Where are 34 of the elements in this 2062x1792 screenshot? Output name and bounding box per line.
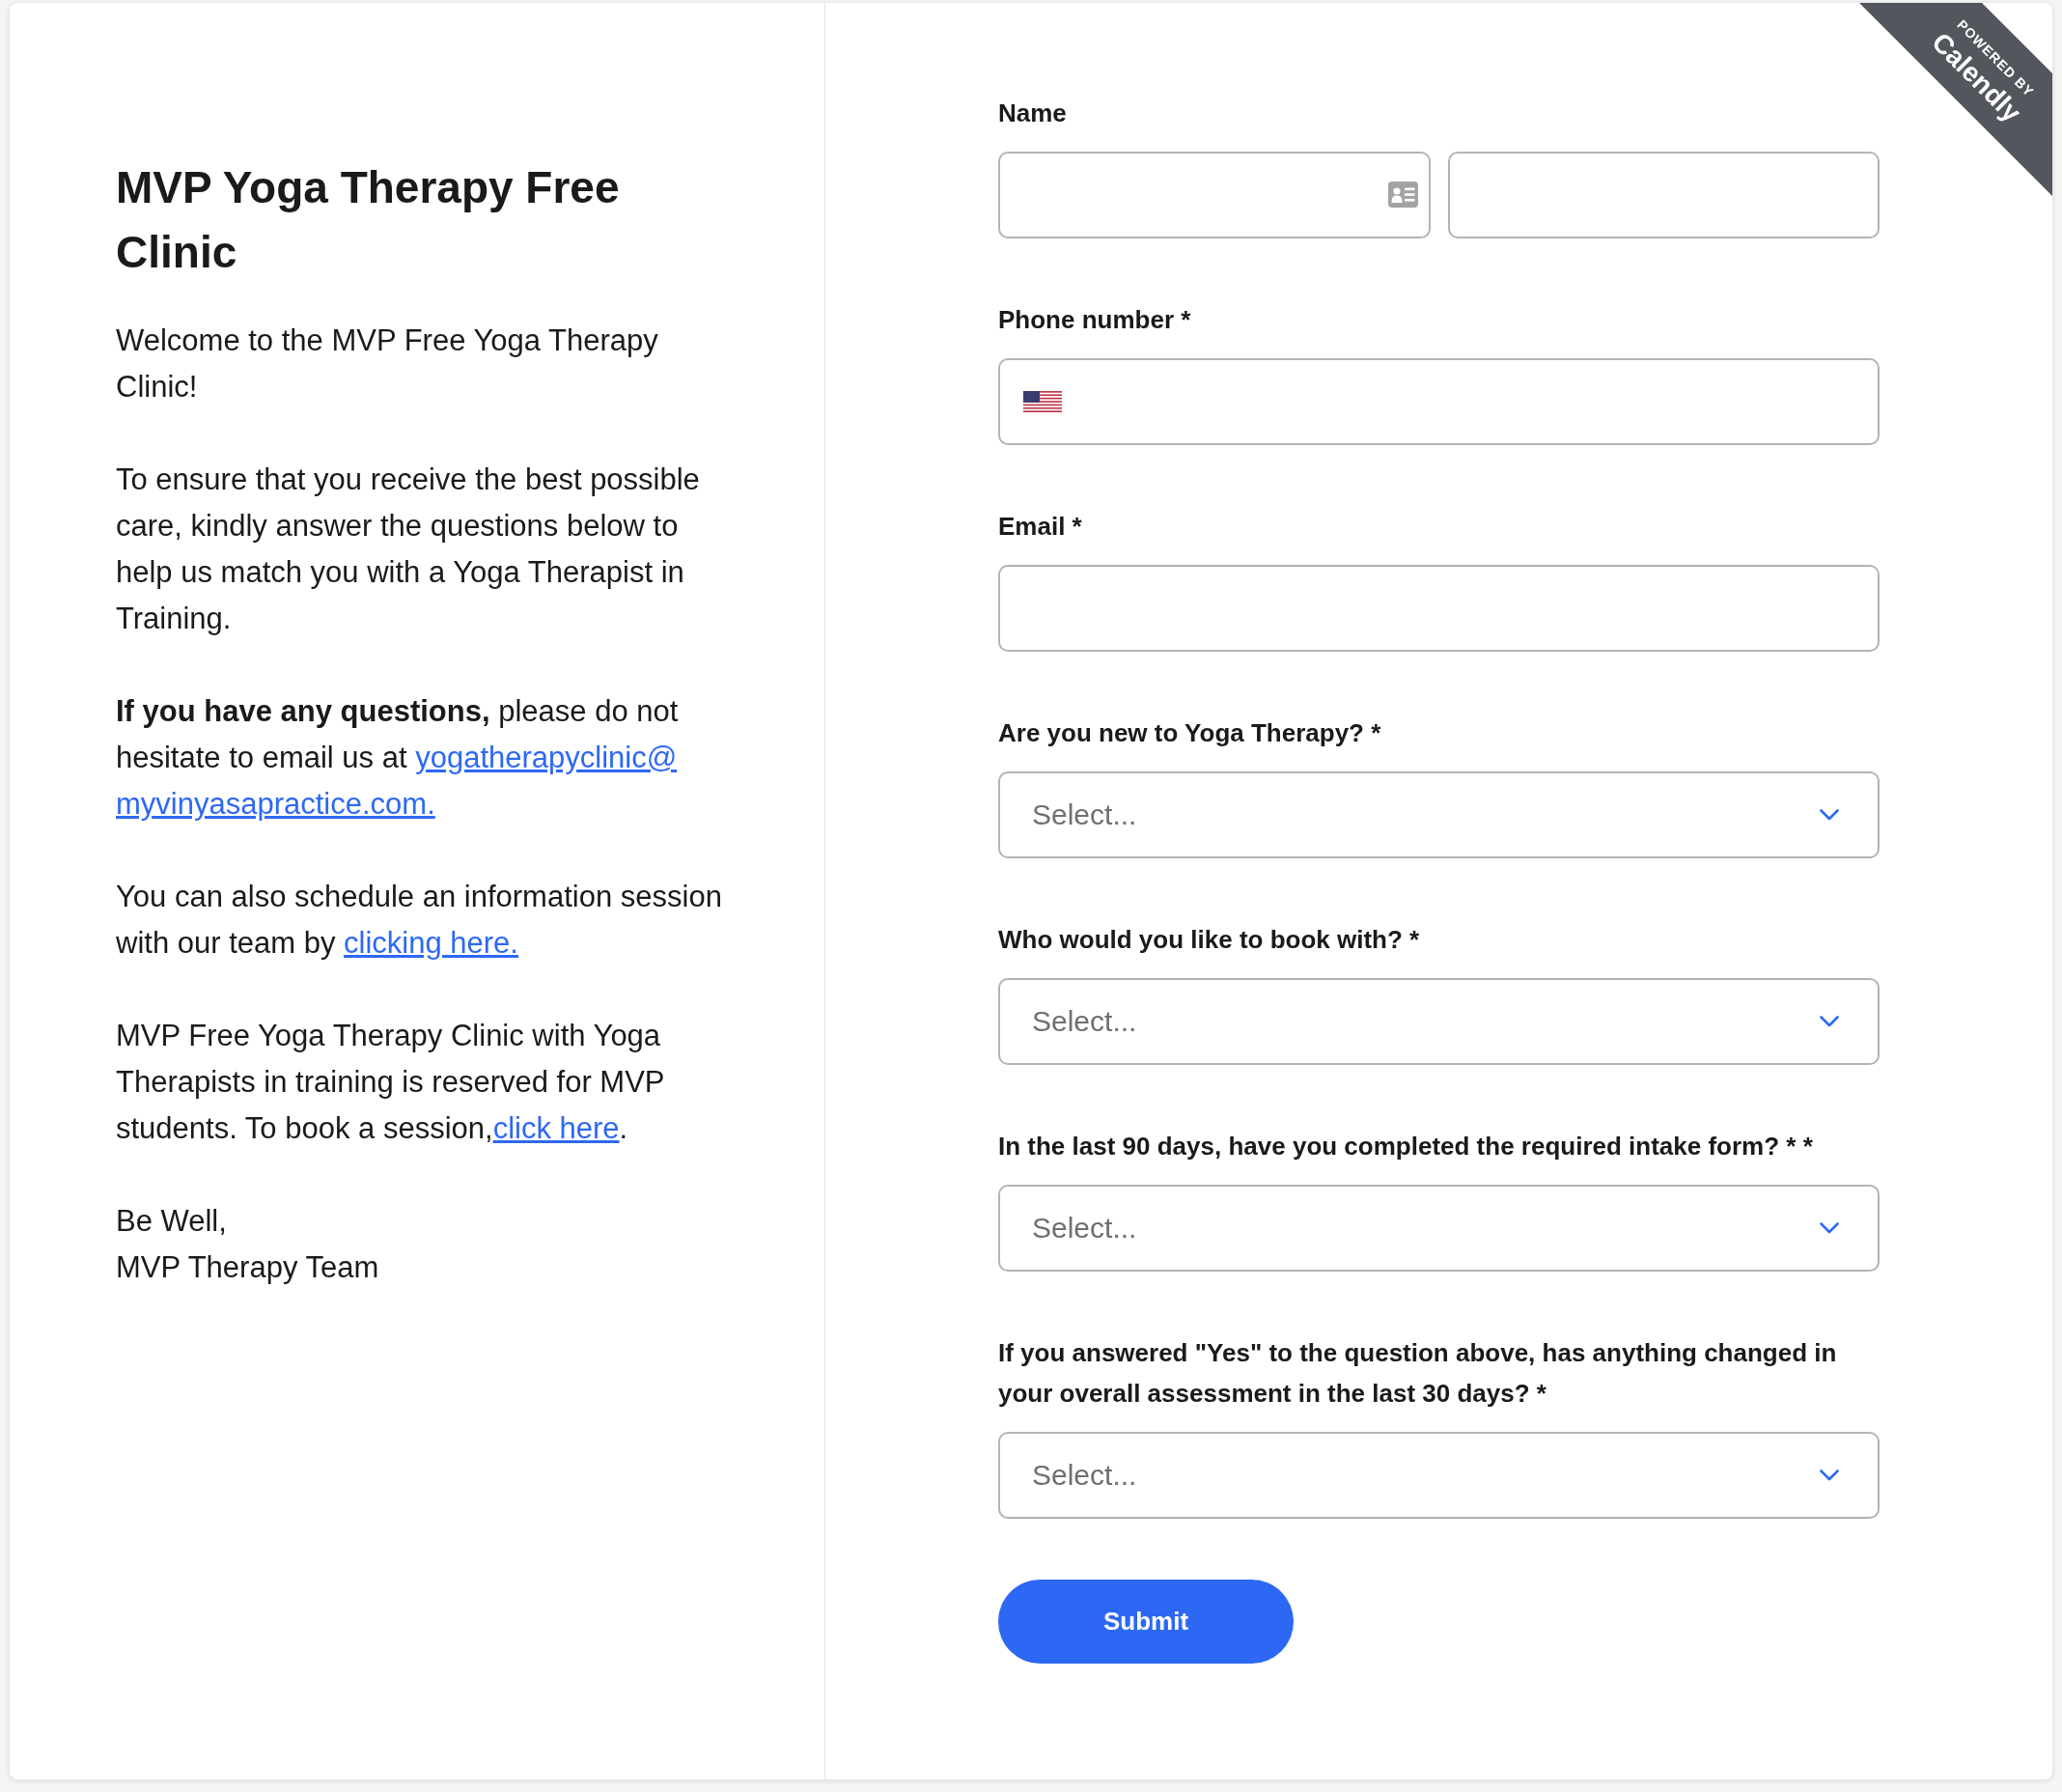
field-label: In the last 90 days, have you completed the required intake form? * * [998,1131,1814,1162]
field-label: If you answered "Yes" to the question above, has anything changed in your overall assessment in the last 30 days? * [998,1337,1838,1410]
flag-icon [1023,391,1062,412]
chevron-down-icon [1820,1470,1839,1481]
intro-paragraph: You can also schedule an information session with our team by clicking here. [116,879,723,962]
intro-paragraph: If you have any questions, please do not hesitate to email us at yogatherapyclinic@ myvinyasapractice.com. [116,693,680,823]
chevron-down-icon [1820,1222,1839,1234]
chevron-down-icon [1820,1016,1839,1027]
field-label: Phone number * [998,304,1192,336]
select-dropdown[interactable]: Select... [998,771,1880,858]
sign-off-text: Be Well, [116,1203,228,1240]
page-title: MVP Yoga Therapy Free Clinic [116,161,621,279]
intro-paragraph: MVP Free Yoga Therapy Clinic with Yoga Therapists in training is reserved for MVP students. To book a session,click here. [116,1018,665,1147]
select-dropdown[interactable]: Select... [998,1185,1880,1272]
field-label: Name [998,98,1068,129]
field-label: Are you new to Yoga Therapy? * [998,717,1382,749]
name-input-field[interactable] [998,152,1431,238]
email-input-field[interactable] [998,565,1880,652]
intro-paragraph: Welcome to the MVP Free Yoga Therapy Clinic! [116,322,659,406]
contact-card-icon [1387,182,1418,208]
name-input-field[interactable] [1447,152,1880,238]
phone-input-field[interactable] [998,358,1880,445]
inline-link[interactable]: click here [492,1111,620,1145]
field-label: Email * [998,511,1083,543]
intro-paragraph: To ensure that you receive the best possible care, kindly answer the questions below to help us match you with a Yoga Therapist in Training. [116,462,701,637]
inline-link[interactable]: myvinyasapractice.com. [116,787,435,821]
submit-button[interactable]: Submit [998,1580,1294,1664]
field-label: Who would you like to book with? * [998,924,1421,956]
sign-off-text: MVP Therapy Team [116,1249,380,1286]
chevron-down-icon [1820,809,1839,821]
inline-link[interactable]: clicking here. [344,926,518,960]
select-dropdown[interactable]: Select... [998,978,1880,1065]
select-dropdown[interactable]: Select... [998,1432,1880,1519]
inline-link[interactable]: yogatherapyclinic@ [415,741,678,774]
